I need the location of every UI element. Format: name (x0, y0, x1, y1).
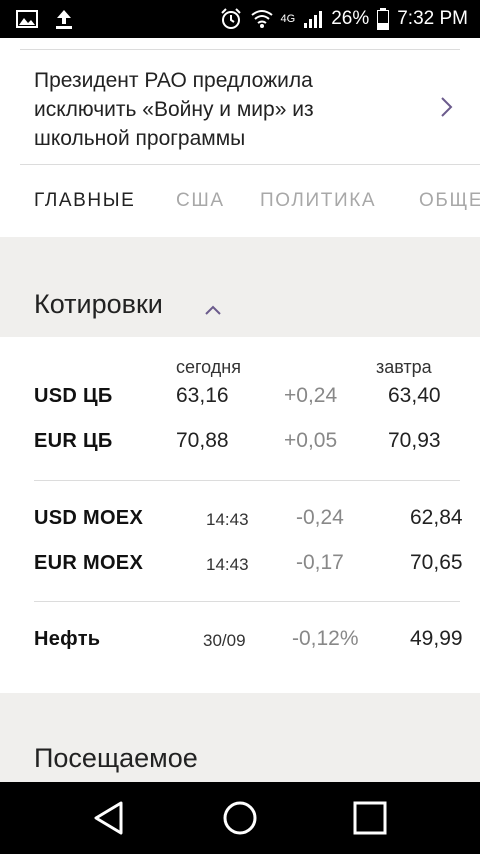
quote-time: 14:43 (206, 555, 249, 574)
section-title-quotes: Котировки (34, 289, 163, 319)
gallery-icon (16, 10, 38, 28)
quote-label: USD MOEX (34, 507, 144, 529)
wifi-icon (250, 9, 273, 29)
tab-politics[interactable]: ПОЛИТИКА (260, 190, 376, 212)
quote-today: 63,16 (176, 384, 229, 407)
alarm-icon (219, 7, 243, 31)
tab-main[interactable]: ГЛАВНЫЕ (34, 190, 135, 212)
quote-label: EUR MOEX (34, 552, 144, 574)
network-type-label: 4G (280, 13, 296, 25)
quote-tomorrow: 63,40 (388, 384, 441, 407)
home-icon[interactable] (222, 800, 258, 841)
quote-change: +0,05 (284, 429, 338, 452)
tab-society[interactable]: ОБЩЕ (419, 190, 480, 212)
chevron-up-icon[interactable] (204, 303, 222, 321)
category-tabs[interactable]: ГЛАВНЫЕ США ПОЛИТИКА ОБЩЕ (0, 165, 480, 237)
popular-section-header[interactable]: Посещаемое (0, 693, 480, 782)
tab-usa[interactable]: США (176, 190, 225, 212)
quote-label: USD ЦБ (34, 385, 113, 407)
quote-change: -0,24 (296, 506, 344, 529)
quote-time: 14:43 (206, 510, 249, 529)
system-nav-bar (0, 782, 480, 854)
news-feed[interactable]: Президент РАО предложила исключить «Войн… (0, 38, 480, 782)
status-bar: 4G 26% 7:32 PM (0, 0, 480, 38)
quote-change: -0,17 (296, 551, 344, 574)
upload-icon (54, 8, 74, 30)
quote-change: +0,24 (284, 384, 338, 407)
quote-change: -0,12% (292, 627, 359, 650)
quote-value: 62,84 (410, 506, 463, 529)
column-header-tomorrow: завтра (376, 357, 432, 377)
quote-today: 70,88 (176, 429, 229, 452)
battery-percent: 26% (331, 8, 370, 29)
signal-icon (303, 9, 323, 29)
quote-tomorrow: 70,93 (388, 429, 441, 452)
divider (34, 480, 460, 481)
quote-label: Нефть (34, 628, 101, 650)
headline-text: Президент РАО предложила исключить «Войн… (34, 69, 314, 150)
section-title-popular: Посещаемое (34, 743, 198, 773)
quotes-section-header[interactable]: Котировки (0, 237, 480, 337)
quotes-table: сегодня завтра USD ЦБ 63,16 +0,24 63,40 … (0, 337, 480, 693)
quote-date: 30/09 (203, 631, 246, 650)
clock: 7:32 PM (397, 8, 468, 29)
quote-label: EUR ЦБ (34, 430, 113, 452)
back-icon[interactable] (92, 800, 126, 841)
divider (34, 601, 460, 602)
battery-icon (377, 8, 390, 30)
quote-value: 49,99 (410, 627, 463, 650)
quote-value: 70,65 (410, 551, 463, 574)
column-header-today: сегодня (176, 357, 241, 377)
recent-apps-icon[interactable] (353, 800, 387, 841)
chevron-right-icon (438, 96, 456, 118)
headline-item[interactable]: Президент РАО предложила исключить «Войн… (20, 50, 460, 164)
